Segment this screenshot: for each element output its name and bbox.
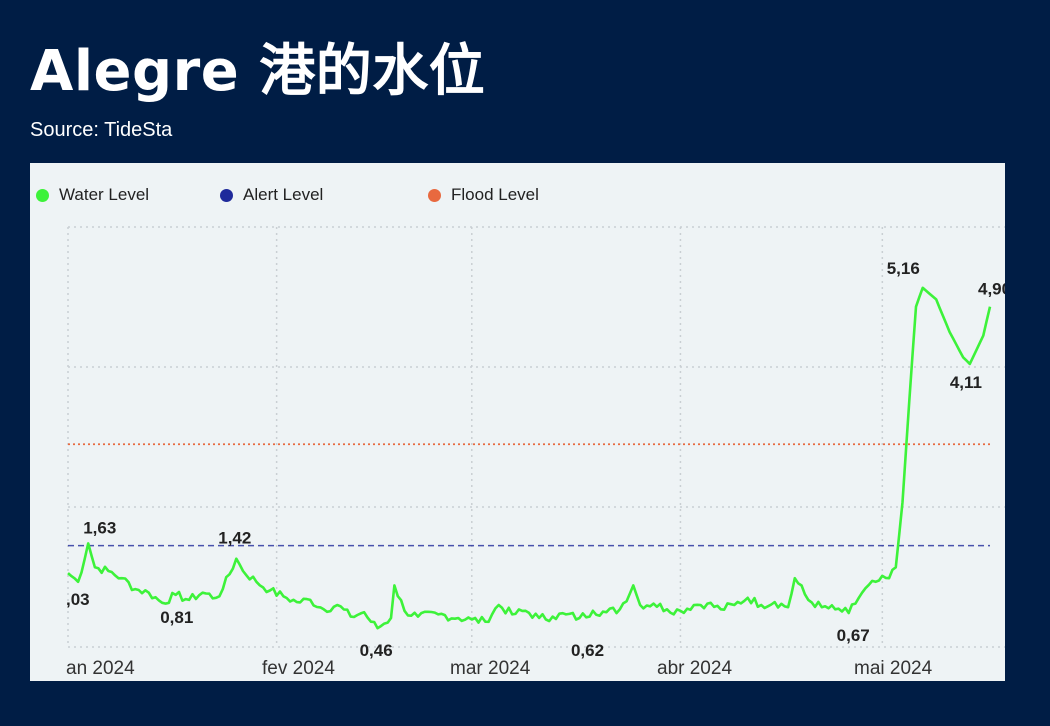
page-title: Alegre 港的水位 (30, 39, 486, 104)
x-tick-label: mai 2024 (854, 658, 933, 679)
x-tick-label: mar 2024 (450, 658, 531, 679)
x-tick-label: an 2024 (66, 658, 135, 679)
series-layer (67, 286, 992, 630)
data-label: ,03 (66, 590, 90, 609)
water-level-chart: 1,63,030,811,420,460,620,675,164,904,11 … (66, 226, 1005, 679)
data-labels: 1,63 ,03 0,81 1,42 0,46 0,62 0,67 5,16 4,90 4,11 (66, 259, 1005, 660)
data-label: 0,81 (160, 608, 193, 627)
data-label: 0,46 (360, 641, 393, 660)
data-label: 1,63 (83, 518, 116, 537)
data-label: 4,11 (950, 373, 982, 392)
water-level-line (67, 286, 992, 630)
reference-lines (68, 443, 990, 547)
chart-panel: Water Level Alert Level Flood Level 1,63… (30, 163, 1005, 681)
grid-layer (67, 226, 1005, 648)
x-tick-label: fev 2024 (262, 658, 335, 679)
data-label: 0,67 (837, 626, 870, 645)
source-caption: Source: TideSta (30, 119, 173, 141)
data-label: 5,16 (887, 259, 920, 278)
x-axis-labels: an 2024 fev 2024 mar 2024 abr 2024 mai 2024 (66, 658, 933, 679)
data-label: 0,62 (571, 641, 604, 660)
data-label: 1,42 (218, 529, 251, 548)
x-tick-label: abr 2024 (657, 658, 732, 679)
data-label: 4,90 (978, 280, 1005, 299)
